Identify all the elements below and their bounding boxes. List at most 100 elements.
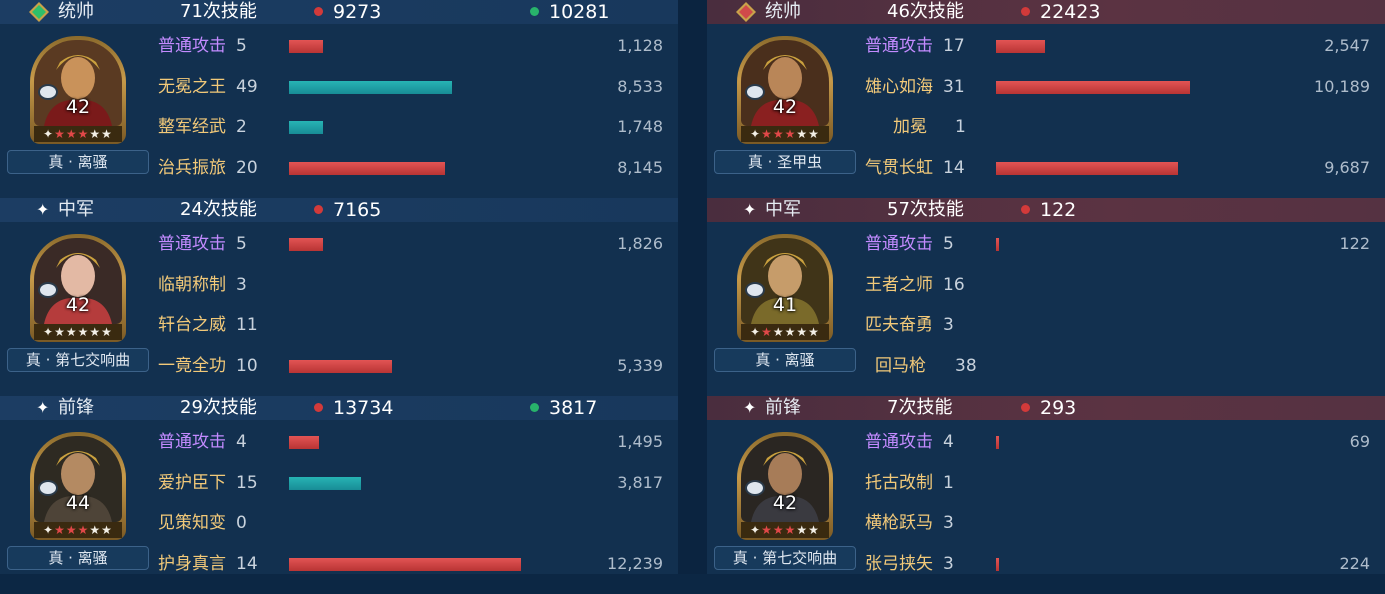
- damage-bar: [996, 81, 1190, 94]
- role-label: 中军: [765, 199, 801, 220]
- section-header: 统帅 46次技能 22423: [707, 0, 1385, 24]
- role-label: 中军: [58, 199, 94, 220]
- skill-name: 横枪跃马: [865, 513, 933, 533]
- skill-value: 3,817: [617, 473, 663, 492]
- skill-name: 雄心如海: [865, 77, 933, 97]
- skill-value: 224: [1339, 554, 1370, 573]
- sparkle-icon: ✦: [743, 398, 757, 417]
- damage-bar: [996, 40, 1045, 53]
- skill-count: 11: [236, 315, 258, 335]
- role-label: 统帅: [58, 1, 94, 22]
- skill-value: 10,189: [1314, 77, 1370, 96]
- damage-value: 293: [1040, 397, 1077, 419]
- skill-name: 临朝称制: [158, 275, 226, 295]
- heal-dot-icon: [530, 7, 539, 16]
- skill-name: 无冕之王: [158, 77, 226, 97]
- skill-row: 普通攻击 4 69: [865, 430, 1375, 454]
- skill-value: 69: [1349, 432, 1370, 451]
- skill-name: 爱护臣下: [158, 473, 226, 493]
- general-portrait[interactable]: 41 ✦★★★★★: [737, 234, 833, 342]
- skill-row: 普通攻击 4 1,495: [158, 430, 668, 454]
- skill-row: 托古改制 1: [865, 471, 1375, 495]
- skill-count: 1: [955, 117, 966, 137]
- damage-bar: [996, 238, 999, 251]
- general-level: 42: [65, 96, 91, 118]
- skill-row: 普通攻击 17 2,547: [865, 34, 1375, 58]
- skill-row: 王者之师 16: [865, 273, 1375, 297]
- skill-row: 气贯长虹 14 9,687: [865, 156, 1375, 180]
- red-diamond-icon: [735, 1, 757, 23]
- formation-tag: 真 · 第七交响曲: [7, 348, 149, 372]
- skill-cast-count: 57次技能: [887, 199, 964, 220]
- skill-name: 整军经武: [158, 117, 226, 137]
- skill-name: 王者之师: [865, 275, 933, 295]
- skill-value: 1,748: [617, 117, 663, 136]
- skill-count: 5: [943, 234, 954, 254]
- damage-bar: [289, 436, 319, 449]
- skill-name: 普通攻击: [158, 432, 226, 452]
- general-section-3: ✦ 前锋 7次技能 293 42 ✦★★★★★ 真 · 第七交响曲 普通攻击 4 69 托古改制 1 横…: [707, 396, 1385, 594]
- skill-name: 普通攻击: [865, 432, 933, 452]
- general-portrait[interactable]: 42 ✦★★★★★: [737, 432, 833, 540]
- skill-count: 5: [236, 234, 247, 254]
- skill-count: 31: [943, 77, 965, 97]
- skill-row: 加冕 1: [865, 115, 1375, 139]
- damage-bar: [996, 436, 999, 449]
- skill-name: 回马枪: [875, 356, 926, 376]
- star-rating: ✦★★★★★: [34, 126, 122, 142]
- star-rating: ✦★★★★★: [741, 522, 829, 538]
- skill-count: 49: [236, 77, 258, 97]
- skill-row: 爱护臣下 15 3,817: [158, 471, 668, 495]
- skill-value: 8,145: [617, 158, 663, 177]
- skill-row: 回马枪 38: [865, 354, 1375, 378]
- heal-bar: [289, 81, 452, 94]
- skill-row: 治兵振旅 20 8,145: [158, 156, 668, 180]
- formation-tag: 真 · 离骚: [7, 150, 149, 174]
- general-portrait[interactable]: 42 ✦★★★★★: [30, 234, 126, 342]
- star-rating: ✦★★★★★: [741, 126, 829, 142]
- panel-divider: [678, 0, 707, 574]
- general-section-3: ✦ 前锋 29次技能 13734 3817 44 ✦★★★★★ 真 · 离骚 普通攻击 4 1,49…: [0, 396, 678, 594]
- general-section-1: 统帅 71次技能 9273 10281 42 ✦★★★★★ 真 · 离骚 普通攻击 5 1,128…: [0, 0, 678, 198]
- skill-name: 加冕: [893, 117, 927, 137]
- damage-bar: [289, 40, 323, 53]
- formation-tag: 真 · 离骚: [7, 546, 149, 570]
- general-portrait[interactable]: 44 ✦★★★★★: [30, 432, 126, 540]
- skill-name: 气贯长虹: [865, 158, 933, 178]
- heal-dot-icon: [530, 403, 539, 412]
- skill-row: 普通攻击 5 1,826: [158, 232, 668, 256]
- skill-name: 张弓挟矢: [865, 554, 933, 574]
- damage-value: 13734: [333, 397, 394, 419]
- damage-total: 7165: [314, 198, 381, 222]
- skill-row: 张弓挟矢 3 224: [865, 552, 1375, 576]
- skill-row: 见策知变 0: [158, 511, 668, 535]
- skill-row: 普通攻击 5 1,128: [158, 34, 668, 58]
- skill-cast-count: 7次技能: [887, 397, 953, 418]
- general-level: 44: [65, 492, 91, 514]
- general-portrait[interactable]: 42 ✦★★★★★: [737, 36, 833, 144]
- skill-value: 122: [1339, 234, 1370, 253]
- damage-value: 22423: [1040, 1, 1101, 23]
- skill-row: 雄心如海 31 10,189: [865, 75, 1375, 99]
- skill-name: 普通攻击: [158, 36, 226, 56]
- formation-tag: 真 · 第七交响曲: [714, 546, 856, 570]
- section-header: ✦ 中军 57次技能 122: [707, 198, 1385, 222]
- skill-name: 见策知变: [158, 513, 226, 533]
- damage-bar: [996, 558, 999, 571]
- star-rating: ✦★★★★★: [34, 522, 122, 538]
- general-level: 42: [65, 294, 91, 316]
- skill-count: 3: [943, 315, 954, 335]
- right-team-panel: 统帅 46次技能 22423 42 ✦★★★★★ 真 · 圣甲虫 普通攻击 17 2,547 雄心…: [707, 0, 1385, 574]
- general-portrait[interactable]: 42 ✦★★★★★: [30, 36, 126, 144]
- skill-name: 轩台之威: [158, 315, 226, 335]
- skill-count: 0: [236, 513, 247, 533]
- skill-count: 17: [943, 36, 965, 56]
- damage-bar: [289, 558, 521, 571]
- skill-name: 一竟全功: [158, 356, 226, 376]
- damage-total: 122: [1021, 198, 1076, 222]
- skill-value: 1,128: [617, 36, 663, 55]
- skill-count: 10: [236, 356, 258, 376]
- heal-total: 3817: [530, 396, 597, 420]
- skill-value: 2,547: [1324, 36, 1370, 55]
- damage-total: 9273: [314, 0, 381, 24]
